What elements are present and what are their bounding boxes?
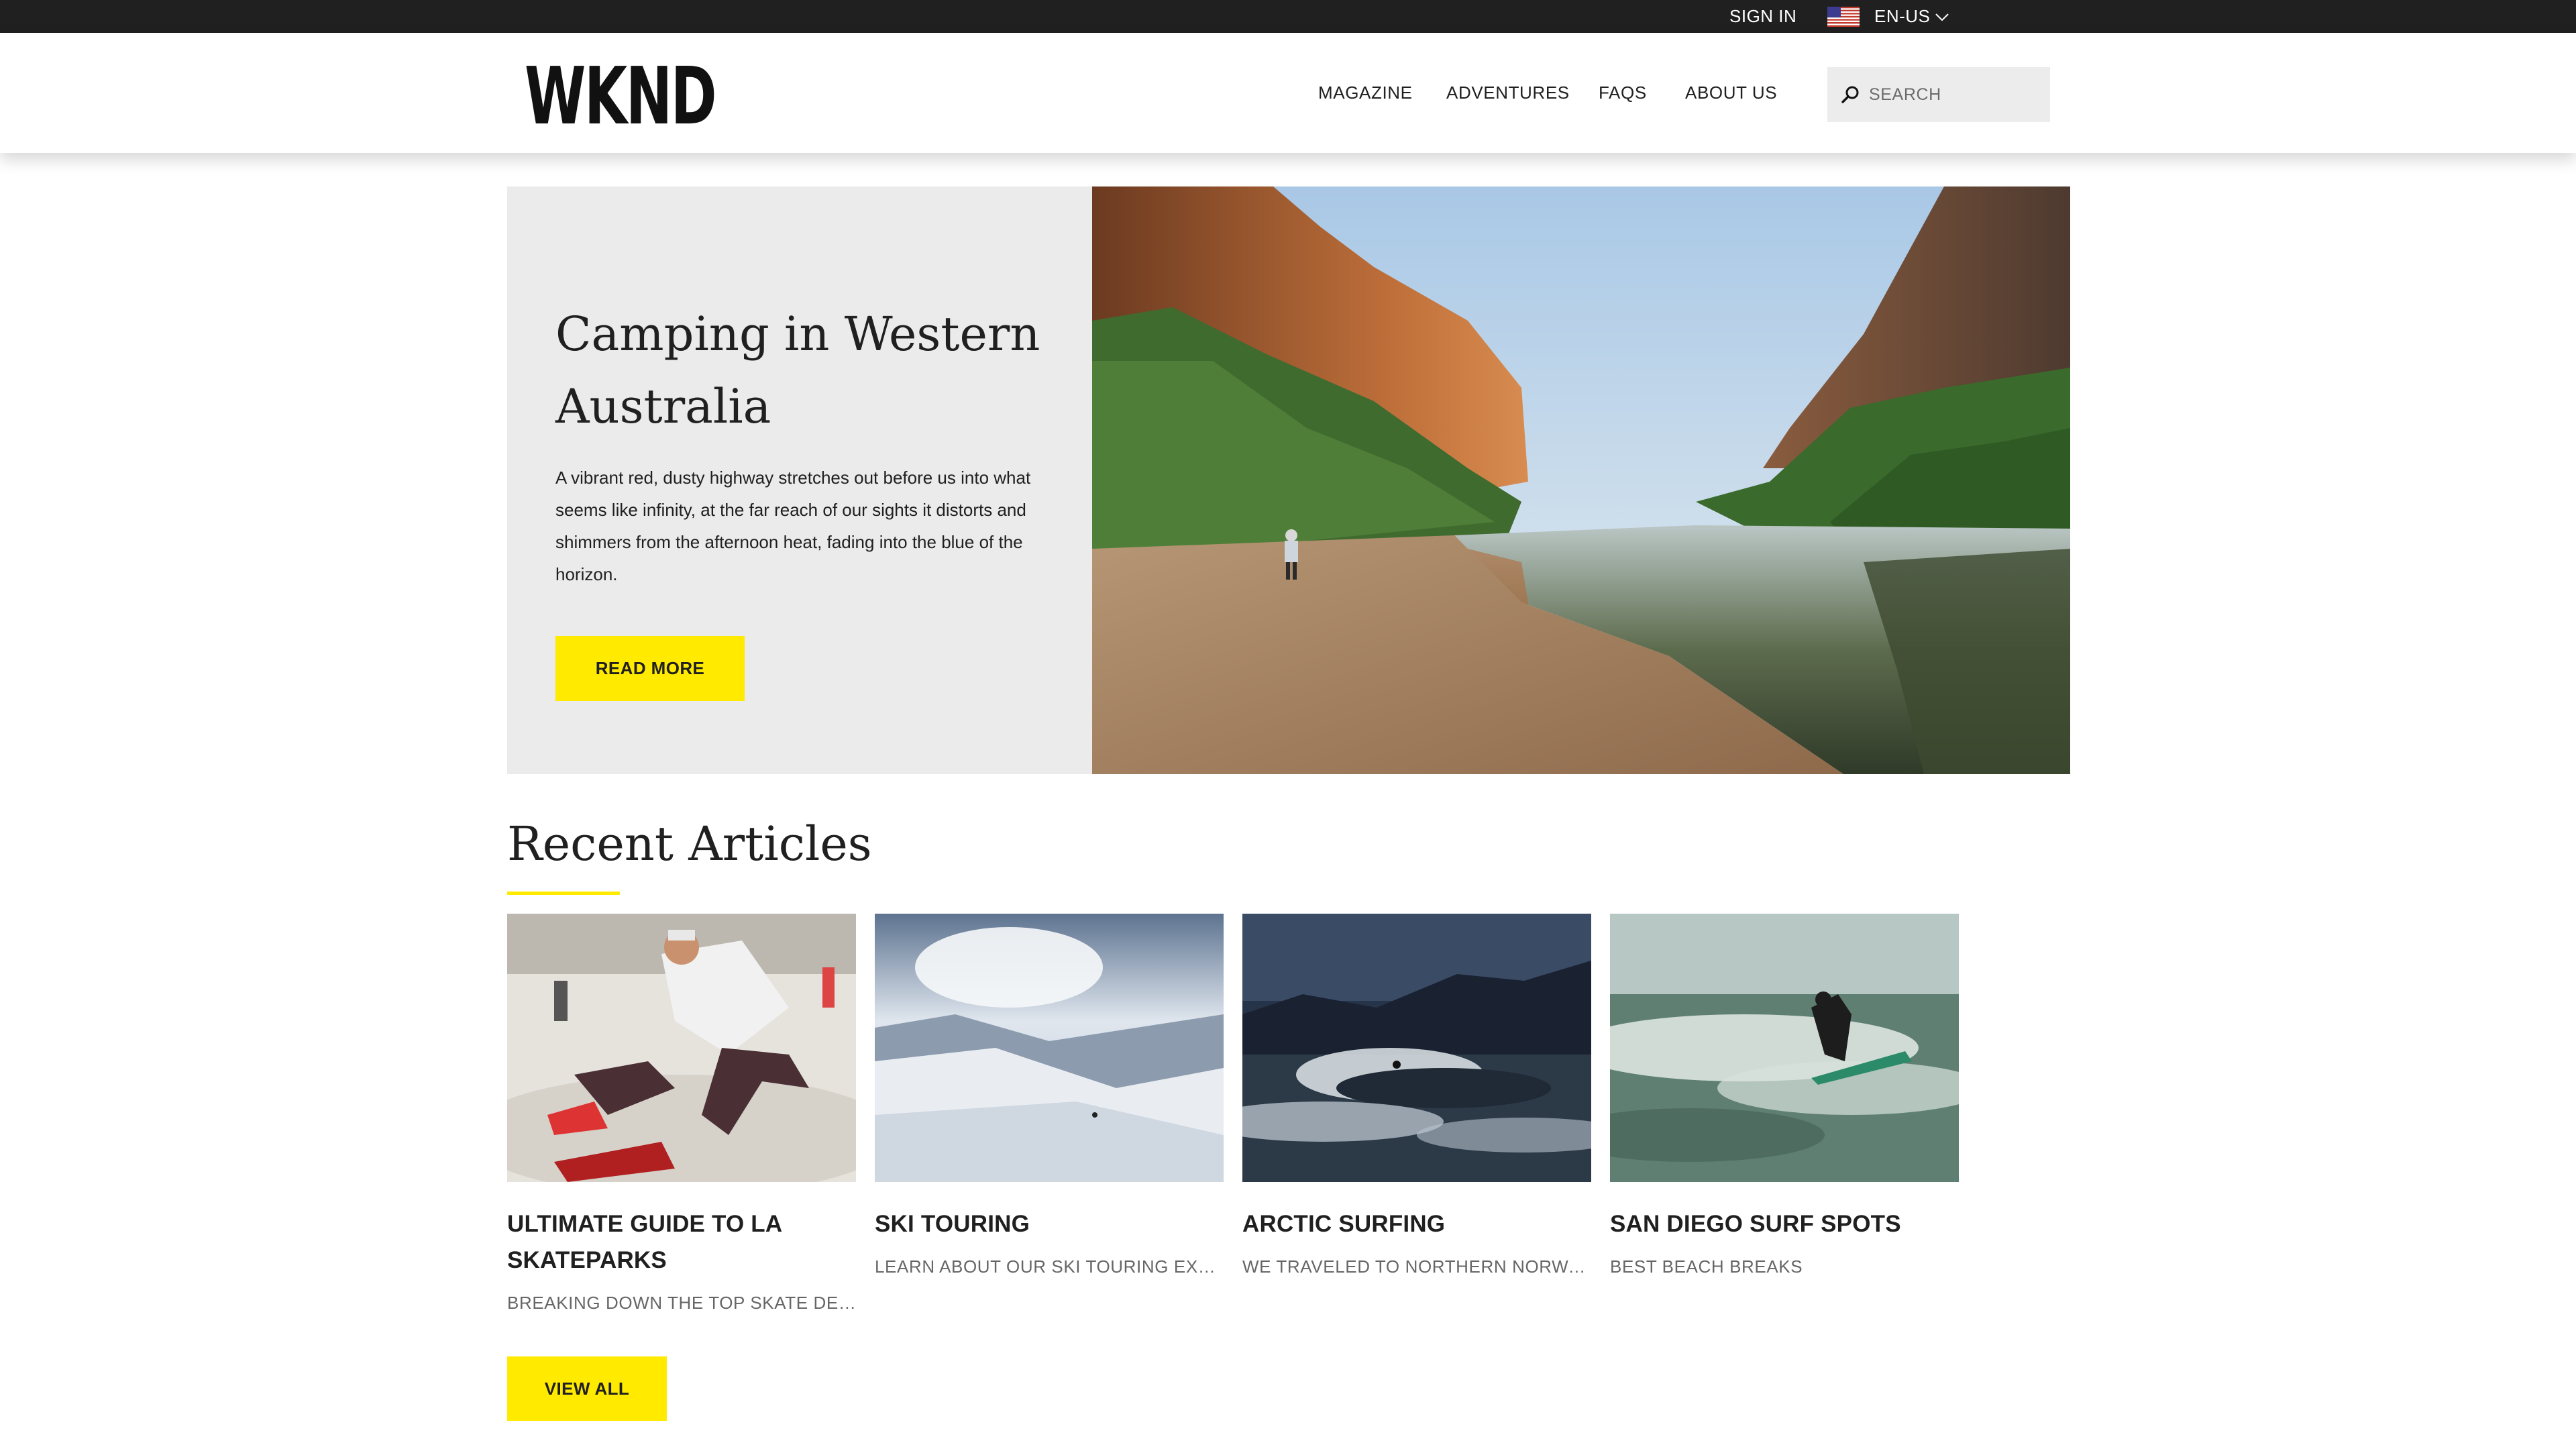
wknd-logo[interactable]: WKND: [525, 56, 717, 136]
article-card-arctic-surfing[interactable]: ARCTIC SURFING WE TRAVELED TO NORTHERN N…: [1242, 914, 1591, 1279]
language-label: EN-US: [1874, 6, 1931, 26]
nav-item-about-us[interactable]: ABOUT US: [1685, 33, 1777, 153]
nav-link-adventures[interactable]: ADVENTURES: [1446, 83, 1570, 103]
hero-image-gorge[interactable]: [1092, 186, 2070, 774]
search-input[interactable]: [1868, 84, 2042, 105]
sign-in-link[interactable]: SIGN IN: [1729, 0, 1796, 33]
nav-item-faqs[interactable]: FAQS: [1599, 33, 1647, 153]
nav-link-about-us[interactable]: ABOUT US: [1685, 83, 1777, 103]
article-image-arctic-wave[interactable]: [1242, 914, 1591, 1182]
hero-teaser: Camping in Western Australia A vibrant r…: [507, 186, 2070, 774]
article-image-surfer[interactable]: [1610, 914, 1959, 1182]
view-all-button[interactable]: VIEW ALL: [507, 1356, 667, 1421]
nav-item-magazine[interactable]: MAGAZINE: [1318, 33, 1413, 153]
hero-title: Camping in Western Australia: [555, 307, 1040, 434]
hero-description: A vibrant red, dusty highway stretches o…: [555, 468, 1031, 584]
article-description: BEST BEACH BREAKS: [1610, 1256, 1803, 1277]
hero-text-panel: Camping in Western Australia A vibrant r…: [507, 186, 1092, 774]
article-description: WE TRAVELED TO NORTHERN NORWAY TO SURF: [1242, 1256, 1591, 1277]
article-card-ski-touring[interactable]: SKI TOURING LEARN ABOUT OUR SKI TOURING …: [875, 914, 1224, 1279]
article-description: BREAKING DOWN THE TOP SKATE DESTINATIONS…: [507, 1293, 856, 1313]
nav-link-magazine[interactable]: MAGAZINE: [1318, 83, 1413, 103]
article-image-skateboarder[interactable]: [507, 914, 856, 1182]
search-icon: [1841, 86, 1859, 103]
article-title[interactable]: SKI TOURING: [875, 1206, 1224, 1242]
site-header: WKND MAGAZINE ADVENTURES FAQS ABOUT US: [0, 33, 2576, 153]
language-selector[interactable]: EN-US: [1827, 0, 1950, 33]
recent-articles-heading: Recent Articles: [507, 816, 872, 871]
read-more-button[interactable]: READ MORE: [555, 636, 745, 701]
utility-bar: SIGN IN EN-US: [0, 0, 2576, 33]
nav-item-adventures[interactable]: ADVENTURES: [1446, 33, 1570, 153]
search-box[interactable]: [1827, 67, 2050, 122]
us-flag-icon: [1827, 6, 1860, 27]
heading-underline: [507, 892, 620, 895]
article-description: LEARN ABOUT OUR SKI TOURING EXPERIENCE: [875, 1256, 1224, 1277]
chevron-down-icon: [1935, 13, 1949, 21]
article-card-san-diego-surf[interactable]: SAN DIEGO SURF SPOTS BEST BEACH BREAKS: [1610, 914, 1959, 1279]
article-title[interactable]: SAN DIEGO SURF SPOTS: [1610, 1206, 1959, 1242]
article-title[interactable]: ARCTIC SURFING: [1242, 1206, 1591, 1242]
article-title[interactable]: ULTIMATE GUIDE TO LA SKATEPARKS: [507, 1206, 856, 1279]
nav-link-faqs[interactable]: FAQS: [1599, 83, 1647, 103]
article-card-skateparks[interactable]: ULTIMATE GUIDE TO LA SKATEPARKS BREAKING…: [507, 914, 856, 1315]
article-image-ski-mountain[interactable]: [875, 914, 1224, 1182]
